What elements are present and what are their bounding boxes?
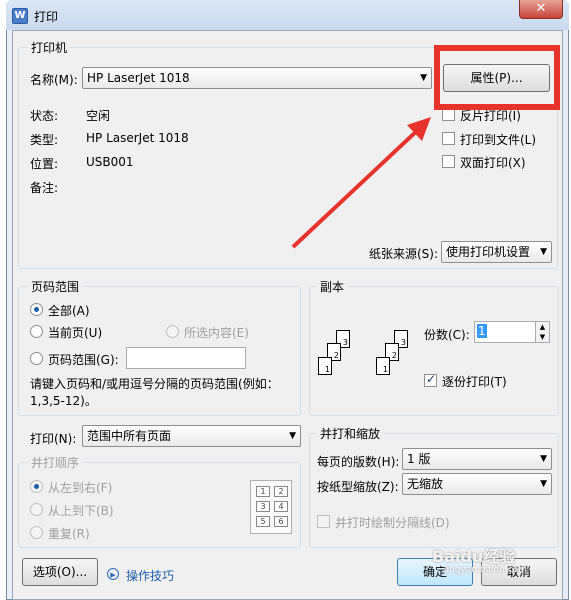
copies-title: 副本 xyxy=(317,278,348,295)
tips-help-icon: ▶ xyxy=(107,568,119,580)
zoom-title: 并打和缩放 xyxy=(317,425,384,442)
collate-page: 1 xyxy=(376,357,390,375)
chevron-down-icon: ▼ xyxy=(540,247,547,257)
printer-name-value: HP LaserJet 1018 xyxy=(87,71,190,85)
selection-radio[interactable] xyxy=(166,325,179,338)
pages-per-sheet-value: 1 版 xyxy=(407,452,431,466)
draw-borders-label: 并打时绘制分隔线(D) xyxy=(335,516,450,530)
ttb-radio[interactable] xyxy=(30,503,43,516)
status-value: 空闲 xyxy=(86,109,111,123)
scale-value: 无缩放 xyxy=(407,477,444,491)
window-title: 打印 xyxy=(34,10,59,24)
current-page-label: 当前页(U) xyxy=(48,326,103,340)
chevron-down-icon: ▼ xyxy=(420,73,427,83)
repeat-radio[interactable] xyxy=(30,526,43,539)
title-bar[interactable] xyxy=(6,0,569,30)
page-range-input[interactable] xyxy=(126,347,246,369)
print-to-file-label: 打印到文件(L) xyxy=(460,133,537,147)
close-button[interactable]: ✕ xyxy=(519,0,563,19)
ltr-radio[interactable] xyxy=(30,480,43,493)
print-what-value: 范围中所有页面 xyxy=(87,429,172,443)
page-range-title: 页码范围 xyxy=(28,278,83,295)
highlight-box xyxy=(434,45,560,110)
type-value: HP LaserJet 1018 xyxy=(86,131,189,145)
selection-label: 所选内容(E) xyxy=(184,326,249,340)
chevron-down-icon: ▼ xyxy=(540,454,547,464)
watermark-url: jingyan.baidu.com xyxy=(444,565,528,575)
location-value: USB001 xyxy=(86,155,134,169)
paper-source-value: 使用打印机设置 xyxy=(446,245,531,259)
duplex-label: 双面打印(X) xyxy=(460,156,526,170)
draw-borders-checkbox[interactable] xyxy=(317,515,330,528)
ttb-label: 从上到下(B) xyxy=(48,504,114,518)
printer-name-select[interactable]: HP LaserJet 1018 ▼ xyxy=(82,67,432,89)
page-range-hint: 请键入页码和/或用逗号分隔的页码范围(例如：1,3,5-12)。 xyxy=(30,377,279,408)
scale-label: 按纸型缩放(Z): xyxy=(317,480,399,494)
copies-group xyxy=(309,286,559,416)
pages-per-sheet-select[interactable]: 1 版 ▼ xyxy=(402,448,552,470)
print-what-select[interactable]: 范围中所有页面 ▼ xyxy=(82,425,301,447)
wps-app-icon: W xyxy=(12,8,28,24)
copies-count-label: 份数(C): xyxy=(424,328,470,342)
type-label: 类型: xyxy=(30,133,59,147)
status-label: 状态: xyxy=(30,109,59,123)
order-cell: 4 xyxy=(274,501,288,512)
printer-name-label: 名称(M): xyxy=(30,73,78,87)
tips-link[interactable]: 操作技巧 xyxy=(126,567,174,584)
printer-group-title: 打印机 xyxy=(28,39,71,56)
arrow-icon xyxy=(291,117,431,249)
paper-source-select[interactable]: 使用打印机设置 ▼ xyxy=(441,241,552,263)
all-pages-label: 全部(A) xyxy=(48,304,90,318)
collate-page: 1 xyxy=(318,357,332,375)
copies-count-input[interactable]: 1 ▲ ▼ xyxy=(474,321,550,343)
ltr-label: 从左到右(F) xyxy=(48,481,113,495)
repeat-label: 重复(R) xyxy=(48,527,90,541)
order-cell: 6 xyxy=(274,516,288,527)
collate-checkbox[interactable] xyxy=(424,372,437,387)
location-label: 位置: xyxy=(30,157,59,171)
order-cell: 3 xyxy=(256,501,270,512)
options-button[interactable]: 选项(O)... xyxy=(22,558,98,586)
comment-label: 备注: xyxy=(30,181,59,195)
page-range-radio[interactable] xyxy=(30,352,43,365)
scale-select[interactable]: 无缩放 ▼ xyxy=(402,473,552,495)
pages-per-sheet-label: 每页的版数(H): xyxy=(317,455,400,469)
current-page-radio[interactable] xyxy=(30,325,43,338)
chevron-down-icon: ▼ xyxy=(540,479,547,489)
print-what-label: 打印(N): xyxy=(30,432,77,446)
order-cell: 2 xyxy=(274,486,288,497)
all-pages-radio[interactable] xyxy=(30,303,43,316)
spin-down-icon[interactable]: ▼ xyxy=(535,332,549,342)
order-cell: 5 xyxy=(256,516,270,527)
chevron-down-icon: ▼ xyxy=(289,431,296,441)
order-cell: 1 xyxy=(256,486,270,497)
collate-label: 逐份打印(T) xyxy=(442,375,507,389)
baidu-watermark: Baidu经验 xyxy=(432,547,516,566)
order-title: 并打顺序 xyxy=(28,454,83,471)
copies-count-value: 1 xyxy=(477,324,487,338)
page-range-label: 页码范围(G): xyxy=(48,353,119,367)
